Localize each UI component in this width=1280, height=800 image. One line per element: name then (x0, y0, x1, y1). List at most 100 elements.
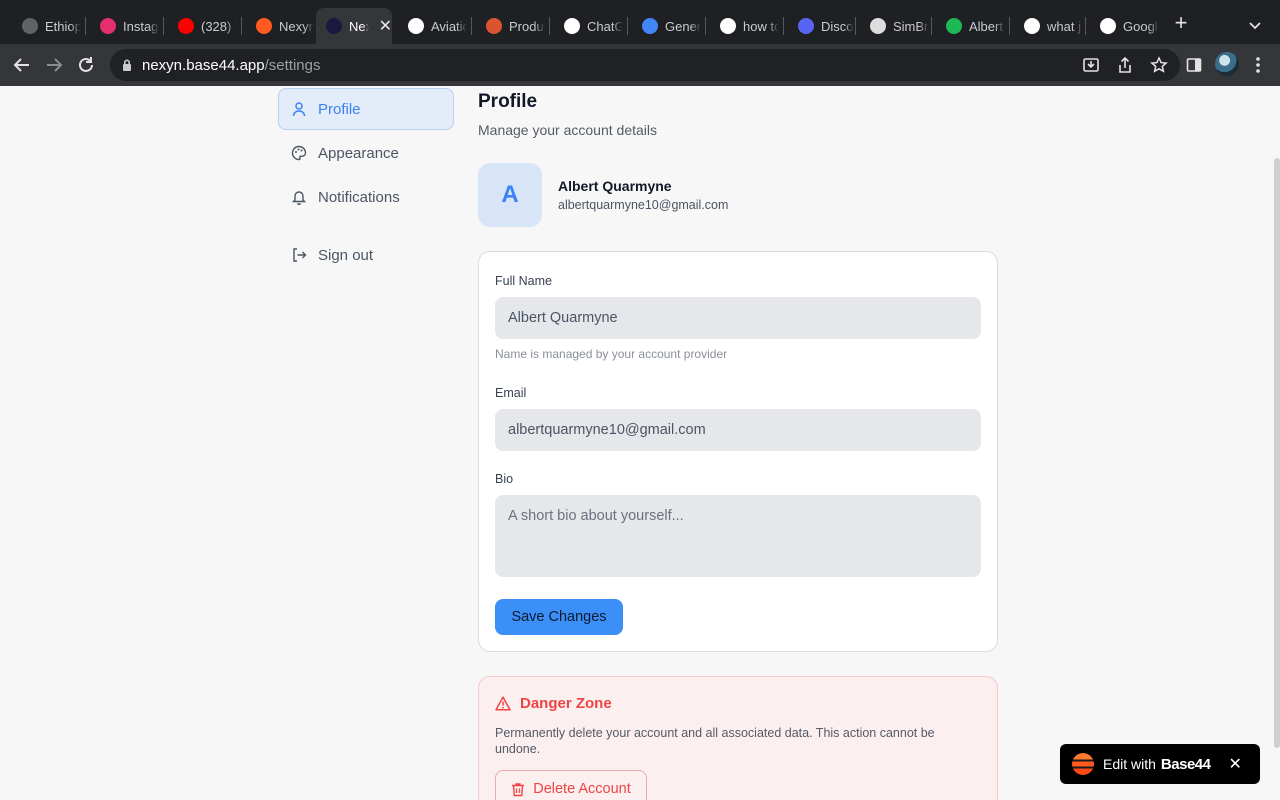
google-icon (1024, 18, 1040, 34)
tab-label: how to (743, 18, 779, 34)
browser-menu-button[interactable] (1246, 53, 1270, 77)
close-tab-icon[interactable]: ✕ (379, 16, 392, 36)
full-name-label: Full Name (495, 274, 552, 288)
tab-label: Discor (821, 18, 854, 34)
browser-tab[interactable]: Discor (784, 10, 854, 42)
browser-tab[interactable]: how to (706, 10, 782, 42)
alert-triangle-icon (495, 696, 511, 711)
address-bar[interactable]: nexyn.base44.app/settings (110, 49, 1180, 81)
avatar: A (478, 163, 542, 227)
user-summary: A Albert Quarmyne albertquarmyne10@gmail… (478, 163, 998, 227)
spotify-icon (946, 18, 962, 34)
profile-section: Profile Manage your account details A Al… (478, 86, 998, 800)
profile-form-card: Full Name Albert Quarmyne Name is manage… (478, 251, 998, 652)
sidebar-item-profile[interactable]: Profile (278, 88, 454, 130)
share-icon[interactable] (1116, 56, 1134, 74)
tab-label: Albert (969, 18, 1003, 34)
chatgpt-icon (564, 18, 580, 34)
tab-label: Ethiop (45, 18, 81, 34)
arrow-right-icon (47, 58, 63, 72)
close-icon[interactable]: ✕ (1228, 754, 1241, 774)
browser-tabstrip: Ethiop Instag (328) Y Nexyn Nex ✕ Aviatio Produ… (0, 0, 1280, 44)
discord-icon (798, 18, 814, 34)
sidebar-item-notifications[interactable]: Notifications (278, 176, 454, 218)
more-vert-icon (1256, 57, 1260, 73)
save-changes-button[interactable]: Save Changes (495, 599, 623, 635)
reload-button[interactable] (74, 53, 98, 77)
sidebar-item-sign-out[interactable]: Sign out (278, 234, 454, 276)
tab-label: Aviatio (431, 18, 467, 34)
tab-label: Genera (665, 18, 701, 34)
new-tab-button[interactable]: + (1170, 12, 1192, 34)
user-email: albertquarmyne10@gmail.com (558, 198, 729, 212)
browser-tab[interactable]: Ethiop (8, 10, 84, 42)
url-path: /settings (264, 56, 321, 74)
side-panel-icon (1186, 58, 1202, 72)
google-icon (1100, 18, 1116, 34)
back-button[interactable] (10, 53, 34, 77)
browser-tab[interactable]: SimBri (856, 10, 930, 42)
delete-account-label: Delete Account (533, 781, 631, 797)
browser-tab[interactable]: (328) Y (164, 10, 240, 42)
sidebar-item-label: Sign out (318, 246, 374, 264)
base44-logo-icon (1072, 753, 1094, 775)
arrow-left-icon (13, 58, 29, 72)
tab-label: what j (1047, 18, 1081, 34)
globe-icon (22, 18, 38, 34)
chevron-down-icon (1249, 22, 1261, 30)
full-name-field[interactable]: Albert Quarmyne (495, 297, 981, 339)
url-host: nexyn.base44.app (142, 56, 265, 74)
openai-icon (408, 18, 424, 34)
tab-label: SimBri (893, 18, 929, 34)
profile-avatar[interactable] (1215, 52, 1239, 76)
tab-search-button[interactable] (1249, 17, 1261, 35)
bio-textarea[interactable]: A short bio about yourself... (495, 495, 981, 577)
delete-account-button[interactable]: Delete Account (495, 770, 647, 800)
simbrief-icon (870, 18, 886, 34)
youtube-icon (178, 18, 194, 34)
page-scrollbar[interactable] (1274, 158, 1280, 748)
browser-tab[interactable]: ChatG (550, 10, 626, 42)
danger-zone: Danger Zone Permanently delete your acco… (478, 676, 998, 800)
tab-label: Instag (123, 18, 159, 34)
badge-edit-text: Edit with (1103, 756, 1156, 772)
bookmark-star-icon[interactable] (1150, 56, 1168, 74)
browser-tab[interactable]: Google (1086, 10, 1164, 42)
page-subtitle: Manage your account details (478, 122, 657, 138)
sidebar-item-label: Notifications (318, 188, 400, 206)
reload-icon (79, 57, 93, 72)
user-name: Albert Quarmyne (558, 178, 672, 194)
full-name-hint: Name is managed by your account provider (495, 347, 728, 361)
browser-tab[interactable]: Instag (86, 10, 162, 42)
email-field[interactable]: albertquarmyne10@gmail.com (495, 409, 981, 451)
browser-tab[interactable]: Nex ✕ (316, 8, 392, 44)
browser-tab[interactable]: Nexyn (242, 10, 314, 42)
sidebar-item-label: Appearance (318, 144, 399, 162)
browser-tab[interactable]: what j (1010, 10, 1084, 42)
base44-icon (256, 18, 272, 34)
browser-tab[interactable]: Aviatio (394, 10, 470, 42)
tab-label: ChatG (587, 18, 623, 34)
side-panel-button[interactable] (1182, 53, 1206, 77)
install-app-icon[interactable] (1082, 56, 1100, 74)
browser-tab[interactable]: Produc (472, 10, 548, 42)
google-icon (720, 18, 736, 34)
log-out-icon (293, 248, 307, 262)
danger-zone-title: Danger Zone (520, 695, 612, 712)
edit-with-base44-badge[interactable]: Edit with Base44 ✕ (1060, 744, 1260, 784)
tab-label: Google (1123, 18, 1159, 34)
settings-page: Profile Appearance Notifications Sign ou… (0, 86, 1280, 800)
browser-toolbar: nexyn.base44.app/settings (0, 44, 1280, 86)
browser-tab[interactable]: Genera (628, 10, 704, 42)
browser-tab[interactable]: Albert (932, 10, 1008, 42)
page-title: Profile (478, 91, 538, 112)
tab-label: Nexyn (279, 18, 314, 34)
danger-zone-text: Permanently delete your account and all … (495, 726, 935, 756)
forward-button[interactable] (42, 53, 66, 77)
palette-icon (291, 145, 307, 161)
email-label: Email (495, 386, 527, 400)
nexyn-icon (326, 18, 342, 34)
sidebar-item-appearance[interactable]: Appearance (278, 132, 454, 174)
producthunt-icon (486, 18, 502, 34)
trash-icon (512, 782, 525, 796)
